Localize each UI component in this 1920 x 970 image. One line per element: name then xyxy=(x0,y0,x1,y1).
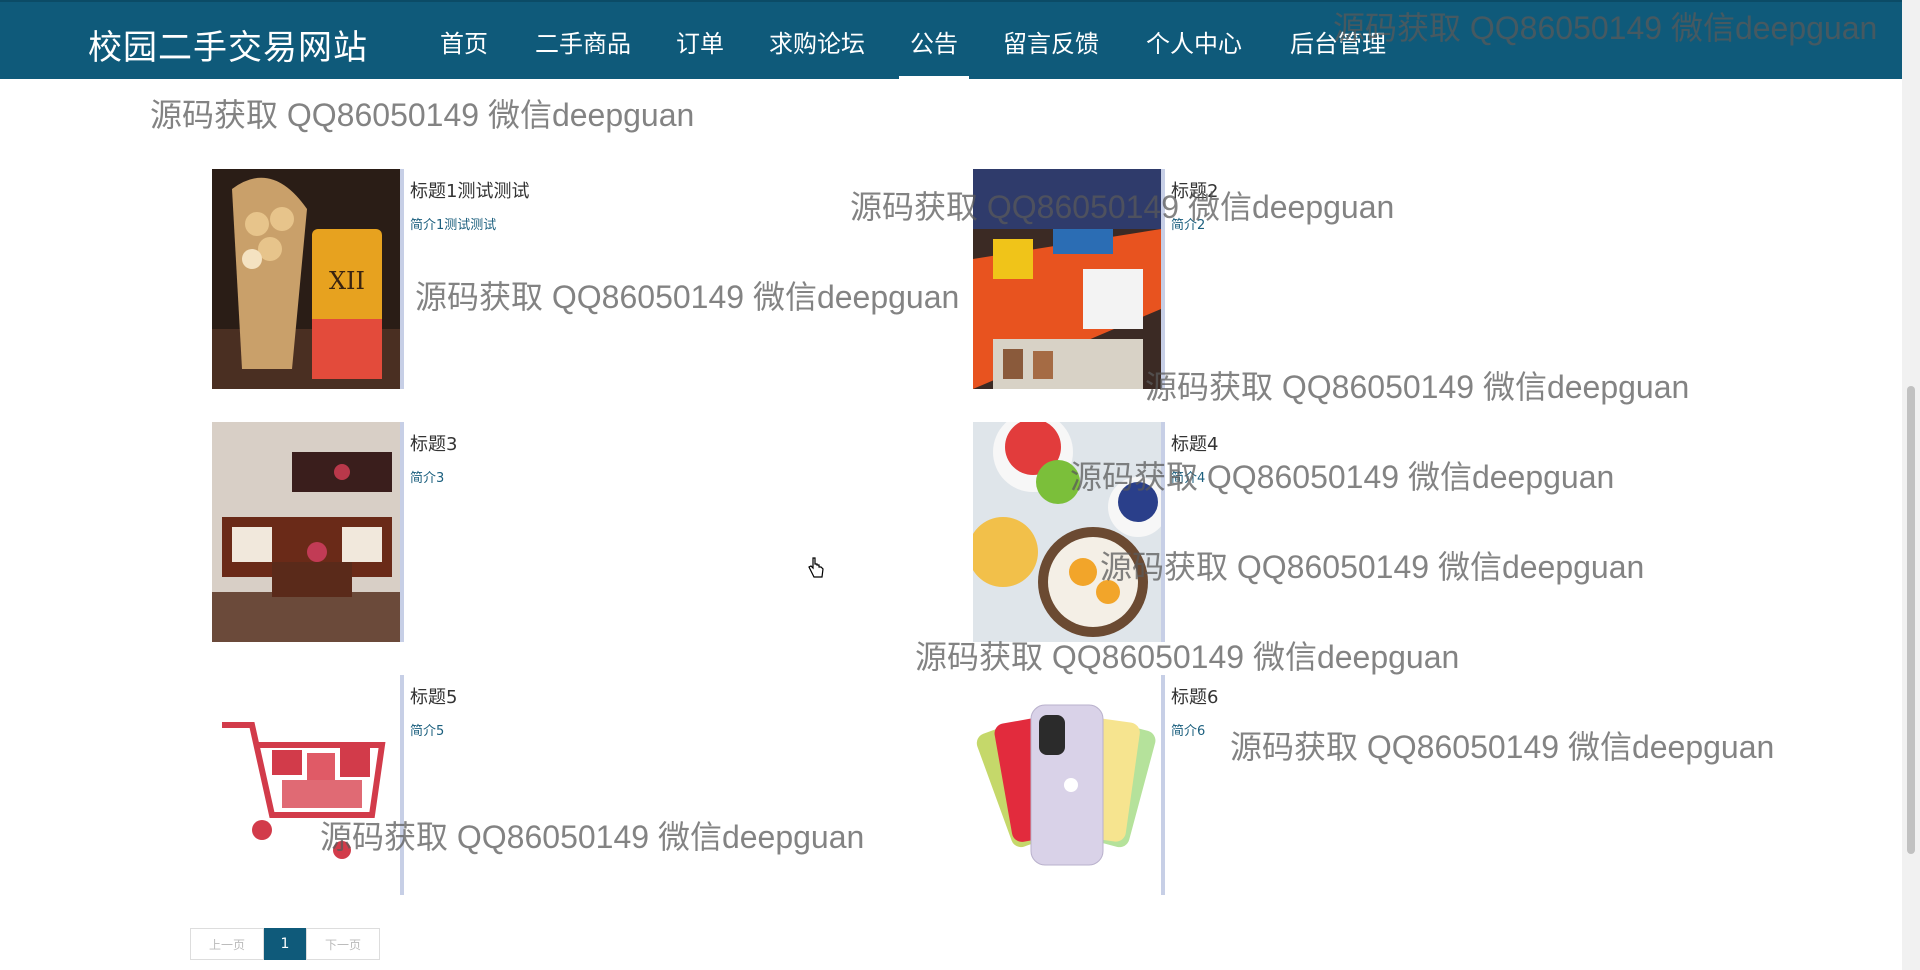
announcement-card[interactable]: 标题4 简介4 xyxy=(973,422,1673,644)
phones-fan-image[interactable] xyxy=(973,675,1161,895)
top-navbar: 校园二手交易网站 首页 二手商品 订单 求购论坛 公告 留言反馈 个人中心 后台… xyxy=(0,0,1902,79)
prev-page-button[interactable]: 上一页 xyxy=(190,928,264,960)
nav-profile[interactable]: 个人中心 xyxy=(1146,24,1242,59)
announcement-desc: 简介2 xyxy=(1171,218,1206,233)
shop-display-image[interactable] xyxy=(973,169,1161,389)
announcement-desc: 简介1测试测试 xyxy=(410,218,497,233)
svg-text:XII: XII xyxy=(329,267,365,295)
pagination: 上一页 1 下一页 xyxy=(190,928,380,962)
announcement-title[interactable]: 标题1测试测试 xyxy=(410,177,529,203)
hand-cursor-icon xyxy=(807,557,825,583)
announcement-card[interactable]: 标题3 简介3 xyxy=(212,422,912,644)
waffle-drink-image[interactable]: XII xyxy=(212,169,400,389)
announcement-card[interactable]: XII 标题1测试测试 简介1测试测试 xyxy=(212,169,912,391)
nav-forum[interactable]: 求购论坛 xyxy=(769,24,865,59)
fruit-bowls-image[interactable] xyxy=(973,422,1161,642)
announcement-card[interactable]: 标题6 简介6 xyxy=(973,675,1673,897)
current-page-button[interactable]: 1 xyxy=(264,928,306,960)
announcement-title[interactable]: 标题5 xyxy=(410,683,457,709)
announcement-card[interactable]: 标题5 简介5 xyxy=(212,675,912,897)
announcement-title[interactable]: 标题3 xyxy=(410,430,457,456)
nav-admin[interactable]: 后台管理 xyxy=(1290,24,1386,59)
watermark: 源码获取 QQ86050149 微信deepguan xyxy=(150,97,695,133)
living-room-image[interactable] xyxy=(212,422,400,642)
announcement-desc: 简介4 xyxy=(1171,471,1206,486)
nav-announcements[interactable]: 公告 xyxy=(899,24,969,79)
announcement-title[interactable]: 标题6 xyxy=(1171,683,1218,709)
announcement-desc: 简介5 xyxy=(410,724,445,739)
shopping-cart-image[interactable] xyxy=(212,675,400,895)
nav-products[interactable]: 二手商品 xyxy=(535,24,631,59)
announcement-card[interactable]: 标题2 简介2 xyxy=(973,169,1673,391)
site-brand[interactable]: 校园二手交易网站 xyxy=(88,20,368,69)
announcement-desc: 简介3 xyxy=(410,471,445,486)
vertical-scrollbar[interactable] xyxy=(1902,0,1920,970)
nav-feedback[interactable]: 留言反馈 xyxy=(1003,24,1099,59)
next-page-button[interactable]: 下一页 xyxy=(306,928,380,960)
announcement-title[interactable]: 标题4 xyxy=(1171,430,1218,456)
announcement-desc: 简介6 xyxy=(1171,724,1206,739)
scrollbar-thumb[interactable] xyxy=(1907,386,1915,854)
nav-home[interactable]: 首页 xyxy=(440,24,488,59)
nav-orders[interactable]: 订单 xyxy=(676,24,724,59)
announcement-title[interactable]: 标题2 xyxy=(1171,177,1218,203)
